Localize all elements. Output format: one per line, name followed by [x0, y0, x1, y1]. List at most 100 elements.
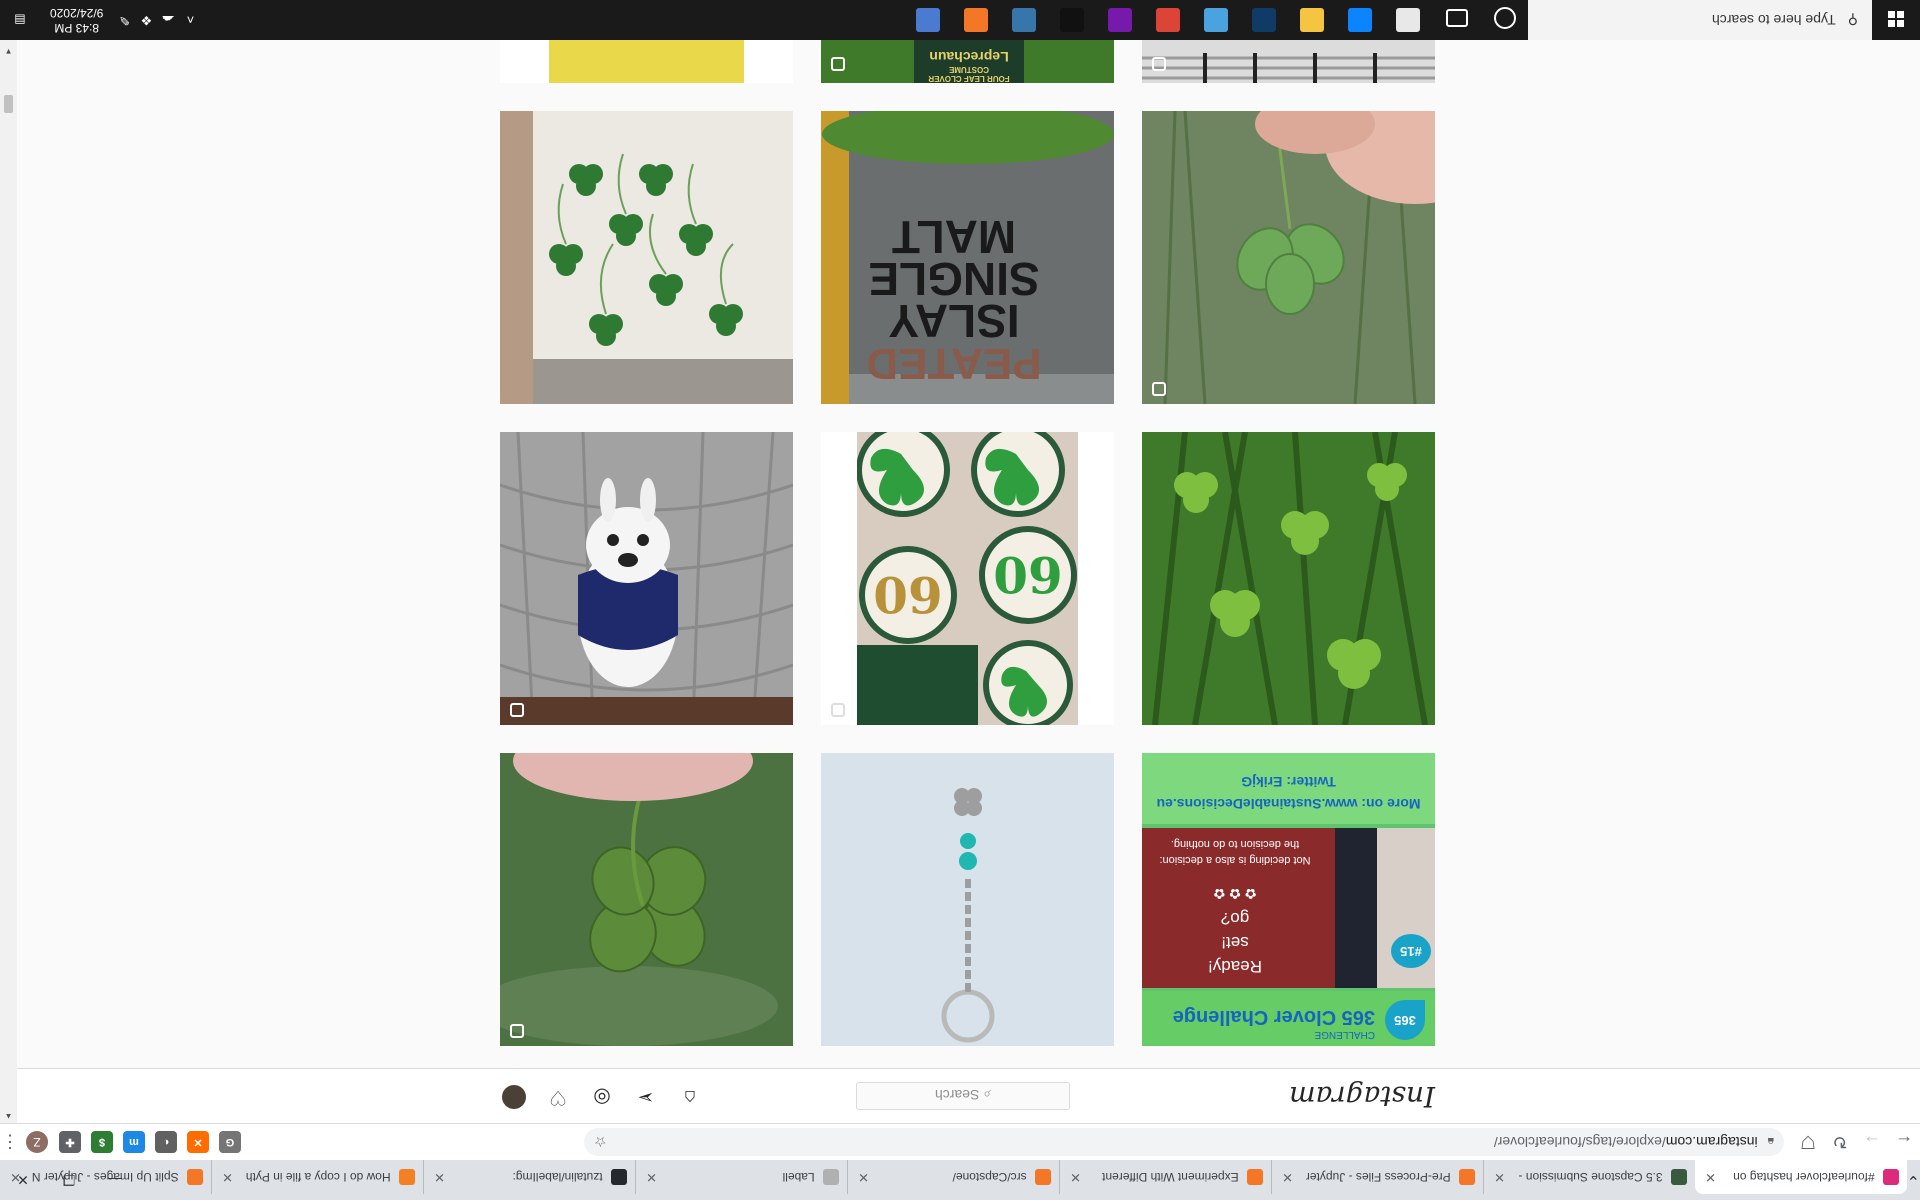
post-peated-islay-bottle[interactable]: PEATED ISLAY SINGLE MALT [821, 111, 1114, 404]
scrollbar-thumb[interactable] [4, 95, 13, 113]
instagram-logo[interactable]: Instagram [1289, 1080, 1435, 1113]
browser-menu-icon[interactable]: ⋮ [0, 1132, 20, 1153]
tab-close-icon[interactable]: ✕ [644, 1169, 660, 1185]
notifications-icon[interactable]: ▤ [0, 0, 40, 40]
browser-tab[interactable]: How do I copy a file in Pyth ✕ [210, 1160, 423, 1194]
onedrive-icon[interactable]: ☁ [157, 12, 179, 28]
tab-title: #fourleafclover hashtag on [1733, 1170, 1875, 1184]
onenote-icon[interactable] [1108, 8, 1132, 32]
challenge-quote-2: the decision to do nothing. [1170, 838, 1300, 850]
chrome-icon[interactable] [1156, 8, 1180, 32]
challenge-small: CHALLENGE [1314, 1029, 1375, 1040]
extension-icon[interactable]: m [123, 1131, 145, 1153]
address-bar[interactable]: 🔒︎ instagram.com/explore/tags/fourleafcl… [584, 1128, 1784, 1156]
extensions-bar: G ✕ ◐ m $ ✚ Z ⋮ [0, 1124, 246, 1160]
scroll-down-icon[interactable]: ▼ [0, 42, 17, 56]
activity-icon[interactable]: ♡ [546, 1085, 570, 1109]
clock[interactable]: 8:43 PM 9/24/2020 [50, 5, 103, 35]
tab-favicon-icon [822, 1169, 839, 1185]
tab-close-icon[interactable]: ✕ [1068, 1169, 1084, 1185]
post-clover-cookies[interactable]: 60 60 [821, 432, 1114, 725]
cookies-image: 60 60 [856, 432, 1077, 725]
post-clover-leaf-in-fingers[interactable] [1142, 111, 1435, 404]
post-clovers-on-table[interactable] [500, 111, 793, 404]
challenge-ready-3: go? [1220, 909, 1250, 928]
back-button[interactable]: ← [1888, 1126, 1920, 1158]
pen-icon[interactable]: ✎ [113, 12, 135, 28]
extension-icon[interactable]: $ [91, 1131, 113, 1153]
book-title: Leprechaun [929, 49, 1009, 65]
reload-button[interactable]: ↻ [1824, 1126, 1856, 1158]
lock-icon: 🔒︎ [1767, 1135, 1774, 1150]
chevron-up-icon[interactable]: ˄ [179, 13, 201, 28]
tab-close-icon[interactable]: ✕ [1703, 1169, 1719, 1185]
multi-post-icon [831, 57, 845, 71]
challenge-more: More on: www.SustainableDecisions.eu [1156, 796, 1421, 812]
post-flowers[interactable] [500, 40, 793, 83]
tab-close-icon[interactable]: ✕ [856, 1169, 872, 1185]
flowers-image [549, 40, 744, 83]
tab-favicon-icon [1670, 1169, 1687, 1185]
edge-icon[interactable] [1348, 8, 1372, 32]
post-clover-keychain[interactable] [821, 753, 1114, 1046]
maximize-icon[interactable]: ❐ [46, 1160, 92, 1200]
post-garden-hooks[interactable] [1142, 40, 1435, 83]
tab-close-icon[interactable]: ✕ [1280, 1169, 1296, 1185]
photoshop-icon[interactable] [1252, 8, 1276, 32]
jupyter-icon[interactable] [964, 8, 988, 32]
browser-tab[interactable]: #fourleafclover hashtag on ✕ [1694, 1160, 1907, 1194]
browser-tab[interactable]: Pre-Process Files - Jupyter ✕ [1270, 1160, 1483, 1194]
page-scrollbar[interactable]: ▲ ▼ [0, 40, 17, 1123]
multi-post-icon [1152, 57, 1166, 71]
scroll-up-icon[interactable]: ▲ [0, 1107, 17, 1121]
extension-icon[interactable]: ✚ [59, 1131, 81, 1153]
browser-tab[interactable]: tzutalin/labelImg: ✕ [422, 1160, 635, 1194]
multi-post-icon [510, 703, 524, 717]
browser-tab[interactable]: src/Capstone/ ✕ [846, 1160, 1059, 1194]
tab-close-icon[interactable]: ✕ [220, 1169, 236, 1185]
tab-search-icon[interactable]: ⌄ [1907, 1160, 1920, 1200]
multi-post-icon [1152, 382, 1166, 396]
photos-icon[interactable] [1204, 8, 1228, 32]
bookmark-shield-icon[interactable]: ⛉ [1792, 1126, 1824, 1158]
window-controls: — ❐ ✕ [0, 1160, 138, 1200]
post-dog-on-pavers[interactable] [500, 432, 793, 725]
browser-tab[interactable]: 3.5 Capstone Submission - ✕ [1482, 1160, 1695, 1194]
task-view-icon[interactable] [1446, 9, 1468, 27]
post-leprechaun-book[interactable]: FOUR LEAF CLOVER COSTUME Leprechaun [821, 40, 1114, 83]
bookmark-star-icon[interactable]: ☆ [594, 1134, 607, 1151]
store-icon[interactable] [916, 8, 940, 32]
profile-avatar[interactable]: Z [26, 1131, 48, 1153]
taskbar-search-input[interactable]: ⚲ Type here to search [1528, 0, 1872, 40]
url-path: /explore/tags/fourleafclover/ [1493, 1134, 1666, 1150]
challenge-title: 365 Clover Challenge [1172, 1006, 1375, 1028]
system-tray: ˄ ☁ ❖ ✎ 8:43 PM 9/24/2020 ▤ [0, 0, 201, 40]
extension-icon[interactable]: ✕ [187, 1131, 209, 1153]
minimize-icon[interactable]: — [92, 1160, 138, 1200]
tab-title: Pre-Process Files - Jupyter [1305, 1170, 1451, 1184]
extension-icon[interactable]: ◐ [155, 1131, 177, 1153]
terminal-icon[interactable] [1060, 8, 1084, 32]
browser-tab[interactable]: Labell ✕ [634, 1160, 847, 1194]
instagram-page: Instagram ⌕ Search ⌂ ➢ ◎ ♡ 365 CHALLENGE… [17, 40, 1920, 1123]
browser-tab[interactable]: Experiment With Different ✕ [1058, 1160, 1271, 1194]
tab-close-icon[interactable]: ✕ [432, 1169, 448, 1185]
direct-icon[interactable]: ➢ [634, 1085, 658, 1109]
dropbox-icon[interactable]: ❖ [135, 12, 157, 28]
forward-button[interactable]: → [1856, 1126, 1888, 1158]
post-365-clover-challenge[interactable]: 365 CHALLENGE 365 Clover Challenge #15 R… [1142, 753, 1435, 1046]
close-window-icon[interactable]: ✕ [0, 1160, 46, 1200]
home-icon[interactable]: ⌂ [678, 1085, 702, 1109]
file-explorer-icon[interactable] [1300, 8, 1324, 32]
python-icon[interactable] [1012, 8, 1036, 32]
search-input[interactable]: ⌕ Search [856, 1082, 1070, 1110]
explore-icon[interactable]: ◎ [590, 1085, 614, 1109]
tab-close-icon[interactable]: ✕ [1492, 1169, 1508, 1185]
post-clover-in-grass[interactable] [1142, 432, 1435, 725]
cortana-icon[interactable] [1494, 7, 1516, 29]
post-four-leaf-clover-held[interactable] [500, 753, 793, 1046]
profile-icon[interactable] [502, 1085, 526, 1109]
calculator-icon[interactable] [1396, 8, 1420, 32]
windows-start-icon[interactable] [1872, 0, 1920, 40]
extension-icon[interactable]: G [219, 1131, 241, 1153]
